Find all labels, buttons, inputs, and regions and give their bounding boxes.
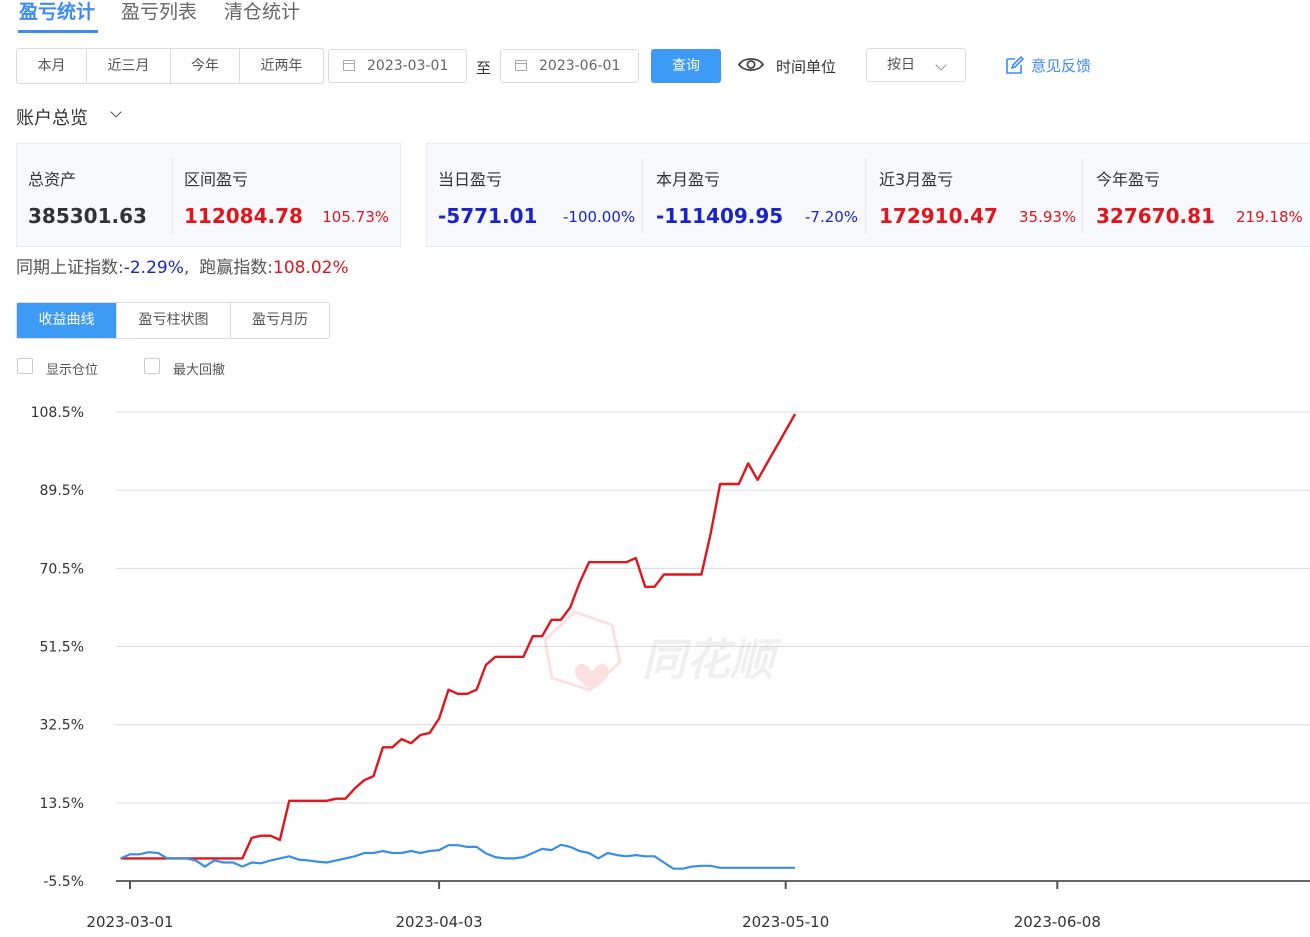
summary-card-totals: 总资产 385301.63 区间盈亏 112084.78 105.73% [16, 143, 401, 247]
year-pl-label: 今年盈亏 [1096, 170, 1161, 189]
three-month-pl-value: 172910.47 [879, 204, 998, 228]
range-this-month-button[interactable]: 本月 [17, 49, 87, 83]
x-axis: 2023-03-01 2023-04-03 2023-05-10 2023-06-08… [86, 881, 1101, 931]
tab-clearance-stats[interactable]: 清仓统计 [224, 0, 300, 24]
return-curve-chart: 同花顺 108.5% 89.5% 70.5% 51.5% 32.5% 13.5% -5.5%… [31, 405, 1310, 931]
end-date-input[interactable]: 2023-06-01 [500, 49, 639, 83]
end-date-value: 2023-06-01 [539, 58, 621, 74]
tab-pl-bar-chart[interactable]: 盈亏柱状图 [117, 303, 231, 338]
total-assets-value: 385301.63 [28, 204, 147, 228]
y-tick-label: 13.5% [40, 796, 84, 812]
calendar-icon [515, 60, 527, 71]
start-date-input[interactable]: 2023-03-01 [328, 49, 467, 83]
x-tick-label: 2023-05-10 [742, 913, 829, 931]
y-tick-label: 108.5% [31, 405, 84, 421]
separator: , [183, 258, 190, 278]
eye-icon[interactable] [737, 56, 765, 73]
chevron-down-icon [110, 106, 122, 118]
y-tick-label: 51.5% [40, 640, 84, 656]
y-tick-label: 89.5% [40, 483, 84, 499]
divider [865, 159, 866, 233]
show-position-label: 显示仓位 [46, 363, 99, 378]
y-tick-label: 70.5% [40, 561, 84, 577]
y-tick-label: 32.5% [40, 718, 84, 734]
summary-card-periods: 当日盈亏 -5771.01 -100.00% 本月盈亏 -111409.95 -… [426, 143, 1310, 247]
y-tick-label: -5.5% [43, 874, 84, 890]
month-pl-value: -111409.95 [656, 204, 784, 228]
day-pl-label: 当日盈亏 [438, 170, 503, 189]
watermark: 同花顺 [543, 610, 782, 692]
account-overview-label: 账户总览 [16, 108, 88, 129]
max-drawdown-checkbox[interactable] [144, 358, 160, 374]
total-assets-label: 总资产 [28, 170, 77, 189]
month-pl-label: 本月盈亏 [656, 170, 721, 189]
show-position-checkbox[interactable] [17, 358, 33, 374]
y-axis-labels: 108.5% 89.5% 70.5% 51.5% 32.5% 13.5% -5.5% [31, 405, 84, 890]
x-tick-label: 2023-06-08 [1014, 913, 1101, 931]
year-pl-pct: 219.18% [1236, 208, 1303, 226]
range-pl-pct: 105.73% [322, 208, 389, 226]
beat-index-label: 跑赢指数: [199, 258, 274, 278]
edit-icon [1006, 55, 1025, 74]
three-month-pl-pct: 35.93% [1019, 208, 1077, 226]
time-unit-value: 按日 [887, 57, 915, 73]
range-pl-value: 112084.78 [184, 204, 303, 228]
day-pl-value: -5771.01 [438, 204, 538, 228]
tab-pl-calendar[interactable]: 盈亏月历 [231, 303, 329, 338]
tab-return-curve[interactable]: 收益曲线 [17, 303, 117, 338]
date-separator: 至 [476, 59, 492, 77]
range-button-group: 本月 近三月 今年 近两年 [16, 48, 324, 84]
index-compare-line: 同期上证指数:-2.29%, 跑赢指数:108.02% [16, 253, 349, 278]
divider [172, 159, 173, 233]
x-tick-label: 2023-03-01 [86, 913, 173, 931]
divider [642, 159, 643, 233]
month-pl-pct: -7.20% [805, 208, 859, 226]
beat-index-value: 108.02% [273, 258, 349, 278]
day-pl-pct: -100.00% [563, 208, 636, 226]
index-series-line [120, 843, 795, 870]
x-tick-label: 2023-04-03 [396, 913, 483, 931]
sh-index-label: 同期上证指数: [16, 258, 124, 278]
year-pl-value: 327670.81 [1096, 204, 1215, 228]
divider [1082, 159, 1083, 233]
active-tab-indicator [18, 30, 98, 33]
range-three-months-button[interactable]: 近三月 [87, 49, 171, 83]
time-unit-label: 时间单位 [776, 58, 837, 76]
feedback-label: 意见反馈 [1031, 57, 1092, 75]
range-pl-label: 区间盈亏 [184, 170, 249, 189]
calendar-icon [343, 60, 355, 71]
max-drawdown-label: 最大回撤 [173, 363, 226, 378]
three-month-pl-label: 近3月盈亏 [879, 170, 954, 189]
tab-profit-stats[interactable]: 盈亏统计 [19, 0, 95, 24]
range-this-year-button[interactable]: 今年 [171, 49, 240, 83]
start-date-value: 2023-03-01 [367, 58, 449, 74]
chevron-down-icon [935, 59, 947, 71]
sh-index-value: -2.29% [123, 258, 184, 278]
time-unit-select[interactable]: 按日 [866, 48, 966, 82]
tab-profit-list[interactable]: 盈亏列表 [121, 0, 197, 24]
query-button[interactable]: 查询 [651, 49, 721, 83]
account-overview-toggle[interactable]: 账户总览 [16, 104, 122, 129]
chart-tab-group: 收益曲线 盈亏柱状图 盈亏月历 [16, 302, 330, 339]
range-two-years-button[interactable]: 近两年 [240, 49, 323, 83]
watermark-text: 同花顺 [642, 635, 782, 686]
